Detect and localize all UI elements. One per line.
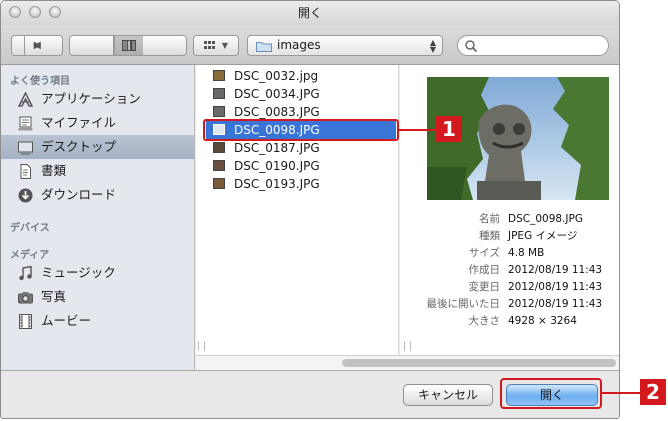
sidebar-item-label: ダウンロード <box>41 187 117 202</box>
forward-button[interactable]: ▶ <box>24 36 50 55</box>
coverflow-view-button[interactable] <box>113 36 143 55</box>
file-name: DSC_0190.JPG <box>234 159 320 173</box>
sidebar-item-label: デスクトップ <box>41 139 117 154</box>
sidebar-item-label: 写真 <box>41 289 67 304</box>
sidebar-item-movies[interactable]: ムービー <box>1 309 194 333</box>
info-value: DSC_0098.JPG <box>508 213 583 225</box>
highlight-frame-open-button <box>500 378 602 409</box>
view-mode-control <box>69 35 187 56</box>
sidebar-item-downloads[interactable]: ダウンロード <box>1 183 194 207</box>
callout-leader-2 <box>602 392 640 394</box>
sidebar-section-devices: デバイス <box>10 223 50 234</box>
sidebar-item-all-my-files[interactable]: マイファイル <box>1 111 194 135</box>
info-key: 作成日 <box>468 264 501 276</box>
sidebar-item-label: ミュージック <box>41 265 116 280</box>
file-list-column: DSC_0032.jpg DSC_0034.JPG DSC_0083.JPG D… <box>196 65 399 355</box>
forward-arrow-icon: ▶ <box>33 40 42 51</box>
search-field[interactable] <box>457 35 609 56</box>
jpg-file-icon <box>213 178 225 189</box>
downloads-icon <box>18 188 33 203</box>
file-row[interactable]: DSC_0193.JPG <box>206 175 396 193</box>
search-icon <box>465 40 477 52</box>
sidebar-item-applications[interactable]: アプリケーション <box>1 87 194 111</box>
music-icon <box>19 266 32 281</box>
open-dialog: 開く ◀ ▶ ▼ images ▲ ▼ よく使う項目 アプリケーション マイファ… <box>0 0 620 419</box>
file-name: DSC_0193.JPG <box>234 177 320 191</box>
sidebar-item-music[interactable]: ミュージック <box>1 261 194 285</box>
back-forward-control: ◀ ▶ <box>11 35 63 56</box>
camera-icon <box>18 292 33 304</box>
horizontal-scrollbar[interactable] <box>196 355 619 370</box>
desktop-icon <box>18 141 33 155</box>
zoom-window-button[interactable] <box>49 6 61 18</box>
column-resize-handle[interactable] <box>404 341 411 351</box>
updown-arrows-icon: ▲ ▼ <box>429 38 436 54</box>
sidebar: よく使う項目 アプリケーション マイファイル デスクトップ 書類 ダウンロード … <box>1 65 195 370</box>
minimize-window-button[interactable] <box>29 6 41 18</box>
sidebar-section-media: メディア <box>10 250 50 261</box>
folder-name: images <box>277 38 321 52</box>
file-row[interactable]: DSC_0034.JPG <box>206 85 396 103</box>
film-icon <box>19 314 32 329</box>
close-window-button[interactable] <box>9 6 21 18</box>
jpg-file-icon <box>213 142 225 153</box>
sidebar-section-favorites: よく使う項目 <box>10 76 70 87</box>
file-name: DSC_0034.JPG <box>234 87 320 101</box>
jpg-file-icon <box>213 160 225 171</box>
coverflow-view-icon <box>122 40 135 51</box>
file-name: DSC_0187.JPG <box>234 141 320 155</box>
file-name: DSC_0032.jpg <box>234 69 319 83</box>
title-bar: 開く <box>1 1 619 25</box>
jpg-file-icon <box>213 106 225 117</box>
info-key: 変更日 <box>468 281 501 293</box>
documents-icon <box>20 164 31 179</box>
file-row[interactable]: DSC_0190.JPG <box>206 157 396 175</box>
info-value: 2012/08/19 11:43 <box>508 281 603 293</box>
sidebar-item-label: ムービー <box>41 313 92 328</box>
preview-column: 名前 DSC_0098.JPG 種類 JPEG イメージ サイズ 4.8 MB … <box>400 65 619 355</box>
sidebar-item-photos[interactable]: 写真 <box>1 285 194 309</box>
folder-icon <box>256 42 272 52</box>
file-row[interactable]: DSC_0187.JPG <box>206 139 396 157</box>
toolbar: ◀ ▶ ▼ images ▲ ▼ <box>1 25 619 65</box>
applications-icon <box>18 92 33 107</box>
info-value: 2012/08/19 11:43 <box>508 264 603 276</box>
folder-path-popup[interactable]: images ▲ ▼ <box>247 35 443 56</box>
info-key: サイズ <box>468 247 500 259</box>
jpg-file-icon <box>213 88 225 99</box>
sidebar-item-label: 書類 <box>41 163 67 178</box>
sidebar-item-label: アプリケーション <box>41 91 141 106</box>
info-key: 名前 <box>479 213 500 225</box>
jpg-file-icon <box>213 70 225 81</box>
file-row[interactable]: DSC_0032.jpg <box>206 67 396 85</box>
arrange-grid-icon <box>203 40 215 49</box>
column-resize-handle[interactable] <box>198 341 205 351</box>
all-my-files-icon <box>18 116 33 131</box>
arrange-menu-button[interactable]: ▼ <box>193 35 239 56</box>
window-title: 開く <box>297 6 322 20</box>
info-value: JPEG イメージ <box>508 230 578 242</box>
cancel-button[interactable]: キャンセル <box>403 384 493 406</box>
callout-badge-2: 2 <box>640 379 666 405</box>
sidebar-item-desktop[interactable]: デスクトップ <box>1 135 194 159</box>
scrollbar-thumb[interactable] <box>342 359 616 367</box>
info-value: 2012/08/19 11:43 <box>508 298 603 310</box>
chevron-down-icon: ▼ <box>221 41 229 50</box>
callout-leader-1 <box>399 129 436 131</box>
info-value: 4.8 MB <box>508 247 545 259</box>
info-value: 4928 × 3264 <box>508 315 577 327</box>
callout-badge-1: 1 <box>436 116 462 142</box>
highlight-frame-file <box>203 119 399 141</box>
sidebar-item-label: マイファイル <box>41 115 117 130</box>
info-key: 種類 <box>479 230 500 242</box>
info-key: 最後に開いた日 <box>426 298 501 310</box>
info-key: 大きさ <box>468 315 501 327</box>
sidebar-item-documents[interactable]: 書類 <box>1 159 194 183</box>
